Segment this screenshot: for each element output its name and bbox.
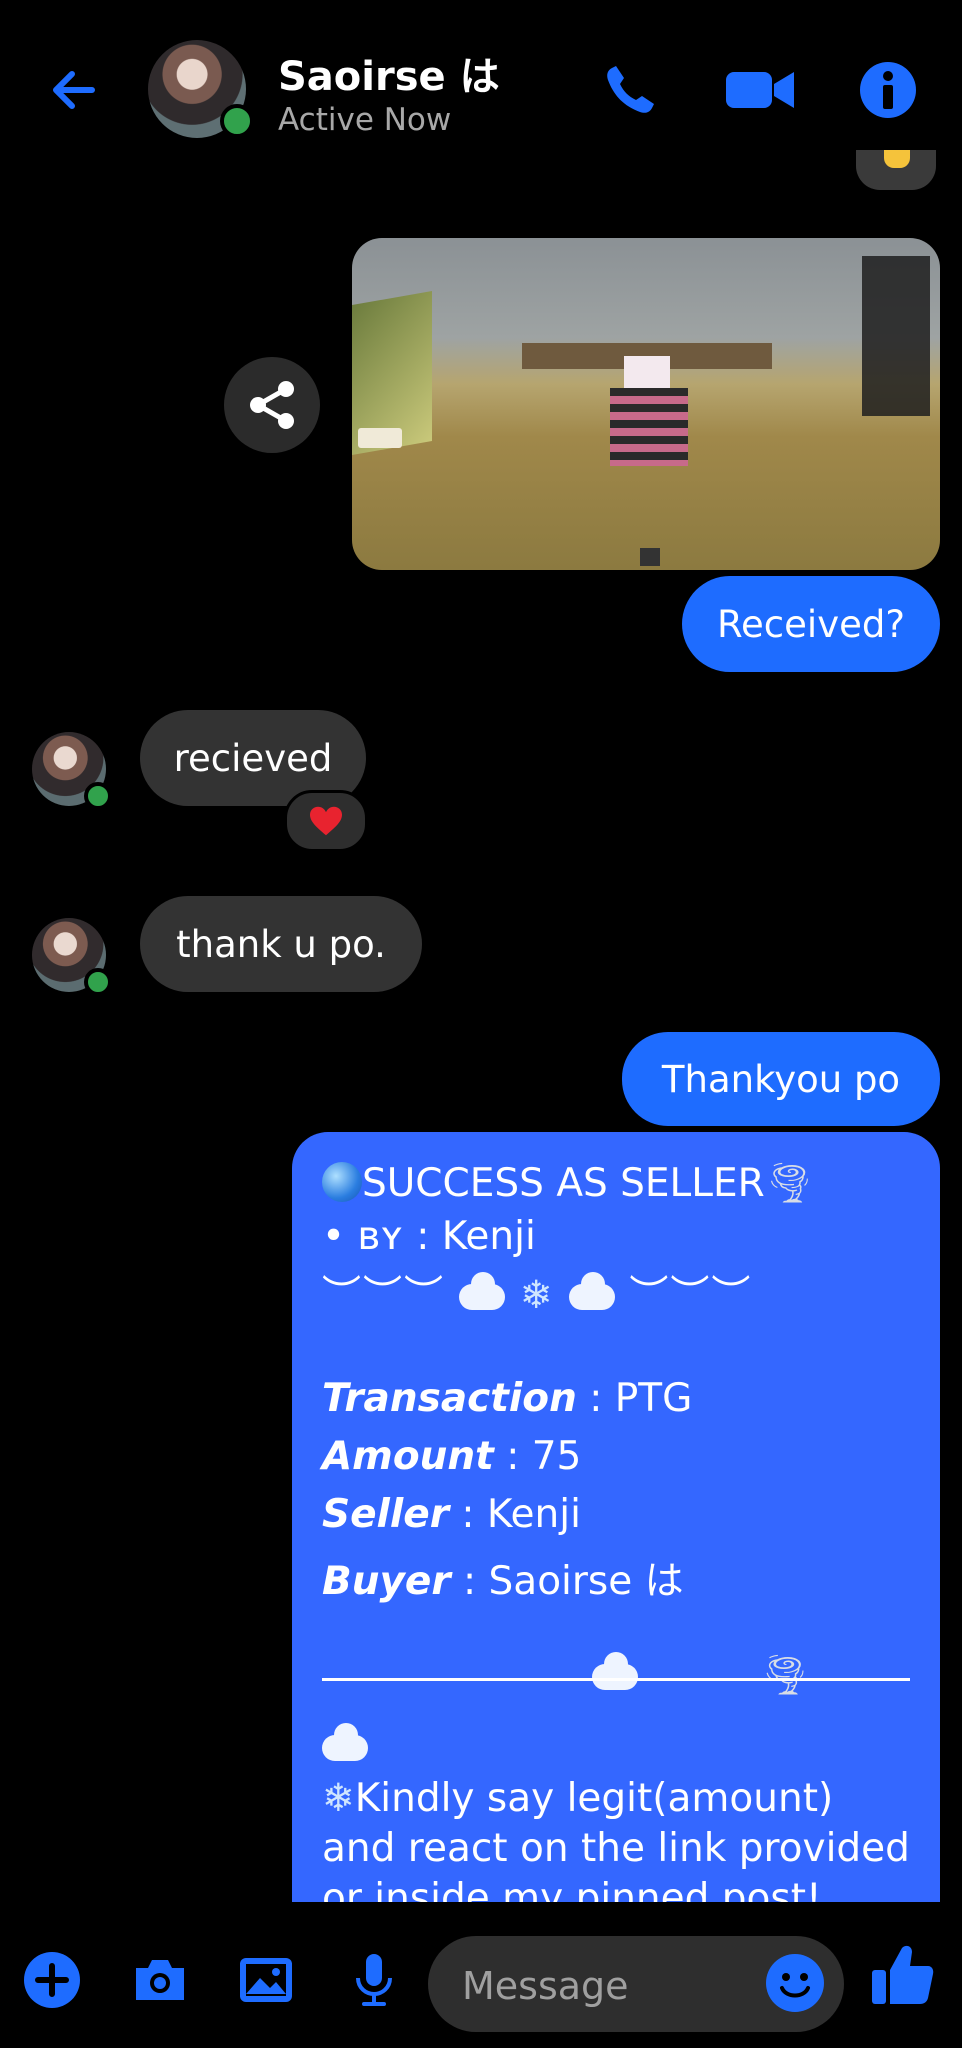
receipt-amount-row: Amount : 75 [322,1434,581,1479]
info-icon[interactable] [856,58,920,122]
receipt-title-row: SUCCESS AS SELLER🌪 [322,1160,814,1206]
contact-avatar[interactable] [148,40,254,138]
back-arrow-icon[interactable] [44,60,104,120]
message-input[interactable]: Message [428,1936,844,2032]
sent-message[interactable]: Received? [682,576,940,672]
game-screenshot-image[interactable] [352,238,940,570]
receipt-deco: ︶︶︶ [322,1273,446,1318]
snowflake-emoji-icon: ❄ [519,1273,555,1318]
transaction-label: Transaction [322,1376,577,1421]
online-status-dot [84,782,112,810]
receipt-divider-icons: 🌪 [592,1652,810,1698]
seller-value: : Kenji [448,1492,581,1537]
online-status-dot [84,968,112,996]
contact-status: Active Now [278,102,452,138]
thumbs-up-emoji-icon [884,150,910,168]
contact-name[interactable]: Saoirse は [278,44,500,102]
receipt-note-line1: Kindly say legit(amount) [354,1776,834,1821]
image-scene-button [640,548,660,566]
cloud-emoji-icon [568,1272,615,1310]
globe-emoji-icon [322,1162,362,1202]
emoji-smiley-icon[interactable] [766,1954,824,2012]
tornado-emoji-icon: 🌪 [764,1161,815,1206]
receipt-deco: ︶︶︶ [629,1273,753,1318]
cloud-emoji-icon [322,1723,368,1761]
message-input-placeholder: Message [462,1964,629,2008]
sent-message[interactable]: Thankyou po [622,1032,940,1126]
receipt-note-line3: or inside my pinned post! [322,1876,822,1902]
share-button[interactable] [224,357,320,453]
receipt-note-line2: and react on the link provided [322,1826,910,1871]
receipt-note-row: ❄Kindly say legit(amount) [322,1776,833,1821]
phone-icon[interactable] [598,58,662,122]
seller-label: Seller [322,1492,449,1537]
video-camera-icon[interactable] [724,58,796,122]
heart-reaction[interactable] [284,790,368,852]
receipt-message[interactable]: SUCCESS AS SELLER🌪 • ʙʏ : Kenji ︶︶︶ ❄ ︶︶… [292,1132,940,1902]
buyer-label: Buyer [322,1559,451,1604]
receipt-divider [322,1678,910,1681]
microphone-icon[interactable] [344,1950,404,2010]
online-status-dot [220,104,254,138]
receipt-title: SUCCESS AS SELLER [362,1161,765,1206]
snowflake-emoji-icon: ❄ [322,1776,355,1821]
heart-icon [310,806,342,836]
cloud-emoji-icon [592,1652,638,1690]
receipt-seller-row: Seller : Kenji [322,1492,581,1537]
receipt-deco-row: ︶︶︶ ❄ ︶︶︶ [322,1264,752,1320]
amount-value: : 75 [493,1434,582,1479]
image-scene-chip [358,428,402,448]
previous-message-reaction [856,150,936,190]
receipt-cloud-row [322,1723,368,1769]
plus-icon[interactable] [22,1950,82,2010]
receipt-buyer-row: Buyer : Saoirse は [322,1550,684,1606]
receipt-by: • ʙʏ : Kenji [322,1214,536,1259]
receipt-transaction-row: Transaction : PTG [322,1376,692,1421]
chat-header: Saoirse は Active Now [0,0,962,160]
transaction-value: : PTG [576,1376,693,1421]
amount-label: Amount [322,1434,494,1479]
image-scene-menu [862,256,930,416]
contact-avatar-small[interactable] [32,732,112,810]
image-scene-character [610,388,688,466]
camera-icon[interactable] [130,1950,190,2010]
share-icon [250,381,294,429]
thumbs-up-icon[interactable] [868,1940,938,2010]
tornado-emoji-icon: 🌪 [760,1653,810,1698]
cloud-emoji-icon [459,1272,506,1310]
contact-avatar-small[interactable] [32,918,112,996]
received-message[interactable]: thank u po. [140,896,422,992]
buyer-value: : Saoirse は [450,1559,684,1604]
image-gallery-icon[interactable] [236,1950,296,2010]
